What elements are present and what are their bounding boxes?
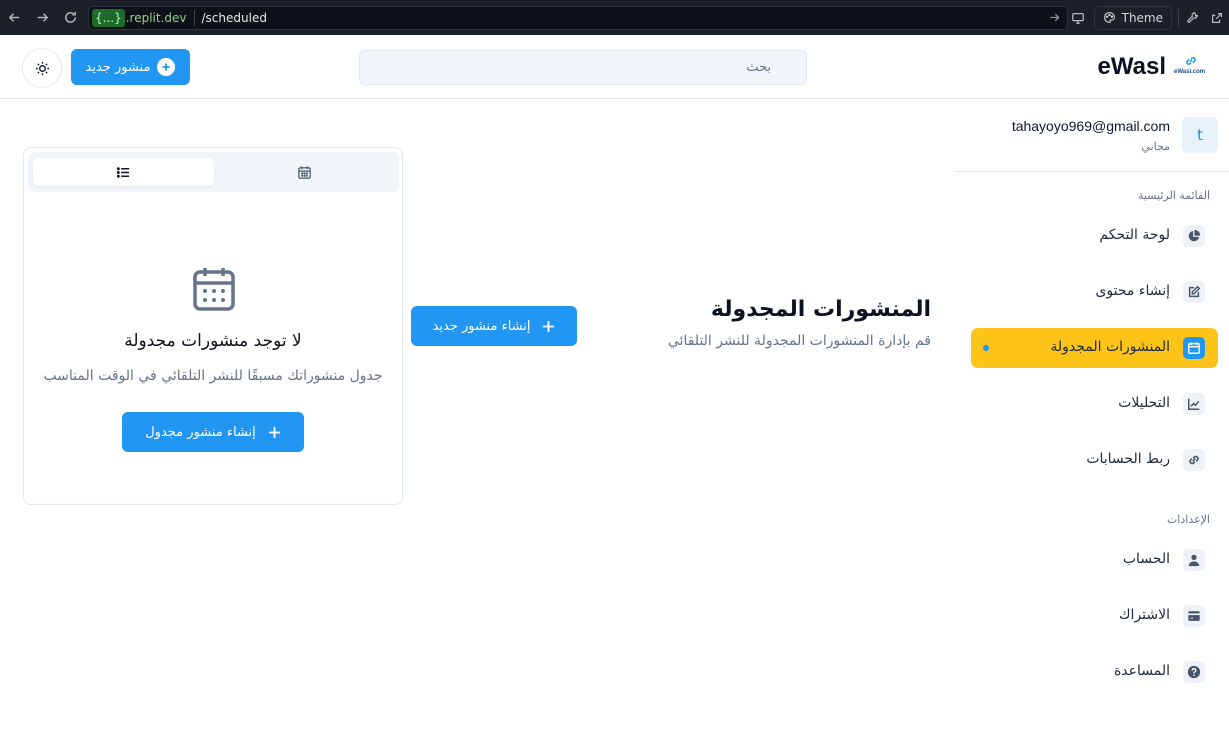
- url-badge: {...}: [92, 9, 125, 27]
- empty-state-title: لا توجد منشورات مجدولة: [124, 331, 302, 351]
- external-link-icon[interactable]: [1205, 7, 1229, 29]
- sidebar-item-scheduled-posts[interactable]: المنشورات المجدولة: [971, 328, 1218, 368]
- pie-chart-icon: [1183, 225, 1205, 247]
- user-plan: مجاني: [1141, 140, 1170, 153]
- user-icon: [1183, 549, 1205, 571]
- plus-circle-icon: [157, 58, 176, 76]
- wrench-icon[interactable]: [1181, 7, 1205, 29]
- scheduled-posts-card: لا توجد منشورات مجدولة جدول منشوراتك مسب…: [23, 147, 403, 505]
- settings-section-label: الإعدادات: [1166, 513, 1210, 526]
- main-section-label: القائمة الرئيسية: [1137, 189, 1210, 202]
- avatar: t: [1182, 117, 1218, 153]
- sidebar-item-label: إنشاء محتوى: [1095, 283, 1170, 299]
- reload-icon: [64, 11, 76, 23]
- list-icon: [116, 166, 130, 178]
- go-arrow-icon[interactable]: [1048, 11, 1061, 27]
- trend-chart-icon: [1183, 393, 1205, 415]
- logo-mark: eWasl.com: [1174, 54, 1210, 80]
- sidebar-item-label: المنشورات المجدولة: [1050, 339, 1170, 355]
- sidebar-item-help[interactable]: المساعدة: [971, 652, 1218, 692]
- sidebar-item-dashboard[interactable]: لوحة التحكم: [971, 216, 1218, 256]
- theme-toggle-button[interactable]: [22, 48, 62, 88]
- view-tabs: [28, 152, 399, 192]
- calendar-icon: [1183, 337, 1205, 359]
- sidebar-item-subscription[interactable]: الاشتراك: [971, 596, 1218, 636]
- sidebar-item-label: المساعدة: [1113, 663, 1170, 679]
- sidebar-item-analytics[interactable]: التحليلات: [971, 384, 1218, 424]
- logo-subtext: eWasl.com: [1174, 69, 1206, 75]
- sidebar: t tahayoyo969@gmail.com مجاني القائمة ال…: [955, 99, 1229, 749]
- app-header: eWasl eWasl.com منشور جديد: [0, 35, 1229, 99]
- forward-button[interactable]: [28, 0, 56, 35]
- arrow-left-icon: [8, 13, 19, 22]
- address-bar[interactable]: {...} .replit.dev /scheduled: [88, 6, 1068, 30]
- new-post-button[interactable]: منشور جديد: [71, 49, 190, 85]
- browser-actions: Theme: [1066, 0, 1229, 35]
- empty-calendar-icon: [193, 268, 235, 311]
- new-post-label: منشور جديد: [85, 59, 151, 75]
- page-subtitle: قم بإدارة المنشورات المجدولة للنشر التلق…: [667, 333, 931, 349]
- calendar-icon: [298, 165, 311, 179]
- search-input[interactable]: [359, 50, 807, 85]
- link-logo-icon: [1186, 57, 1196, 65]
- url-divider: [193, 10, 195, 26]
- create-scheduled-post-label: إنشاء منشور مجدول: [145, 424, 256, 440]
- sidebar-item-label: الحساب: [1122, 551, 1170, 567]
- theme-button[interactable]: Theme: [1093, 5, 1172, 30]
- monitor-icon[interactable]: [1066, 7, 1090, 29]
- sidebar-item-label: لوحة التحكم: [1099, 227, 1170, 243]
- credit-card-icon: [1183, 605, 1205, 627]
- create-post-label: إنشاء منشور جديد: [432, 318, 531, 334]
- logo[interactable]: eWasl eWasl.com: [1098, 53, 1210, 81]
- sidebar-item-account[interactable]: الحساب: [971, 540, 1218, 580]
- tab-calendar-view[interactable]: [214, 158, 395, 186]
- user-profile[interactable]: t tahayoyo969@gmail.com مجاني: [955, 99, 1229, 172]
- logo-text: eWasl: [1097, 53, 1166, 80]
- browser-toolbar: {...} .replit.dev /scheduled Theme: [0, 0, 1229, 35]
- create-scheduled-post-button[interactable]: إنشاء منشور مجدول: [122, 412, 304, 452]
- plus-icon: [543, 320, 555, 332]
- page-title: المنشورات المجدولة: [710, 297, 931, 322]
- toolbar-divider: [1178, 8, 1179, 27]
- reload-button[interactable]: [56, 0, 84, 35]
- sidebar-item-connect-accounts[interactable]: ربط الحسابات: [971, 440, 1218, 480]
- arrow-right-icon: [37, 13, 48, 22]
- palette-icon: [1103, 12, 1115, 23]
- sun-icon: [35, 61, 49, 75]
- sidebar-item-create-content[interactable]: إنشاء محتوى: [971, 272, 1218, 312]
- back-button[interactable]: [0, 0, 28, 35]
- plus-icon: [268, 426, 280, 438]
- sidebar-item-label: الاشتراك: [1119, 607, 1170, 623]
- tab-list-view[interactable]: [33, 158, 214, 186]
- url-domain: .replit.dev: [125, 11, 187, 25]
- link-icon: [1183, 449, 1205, 471]
- sidebar-item-label: التحليلات: [1118, 395, 1170, 411]
- create-post-button[interactable]: إنشاء منشور جديد: [411, 306, 577, 346]
- sidebar-item-label: ربط الحسابات: [1086, 451, 1170, 467]
- edit-icon: [1183, 281, 1205, 303]
- help-icon: [1183, 661, 1205, 683]
- user-email: tahayoyo969@gmail.com: [1011, 118, 1170, 134]
- active-indicator-dot: [983, 345, 989, 351]
- empty-state-description: جدول منشوراتك مسبقًا للنشر التلقائي في ا…: [43, 368, 383, 384]
- theme-label: Theme: [1121, 10, 1163, 25]
- url-path: /scheduled: [201, 11, 267, 25]
